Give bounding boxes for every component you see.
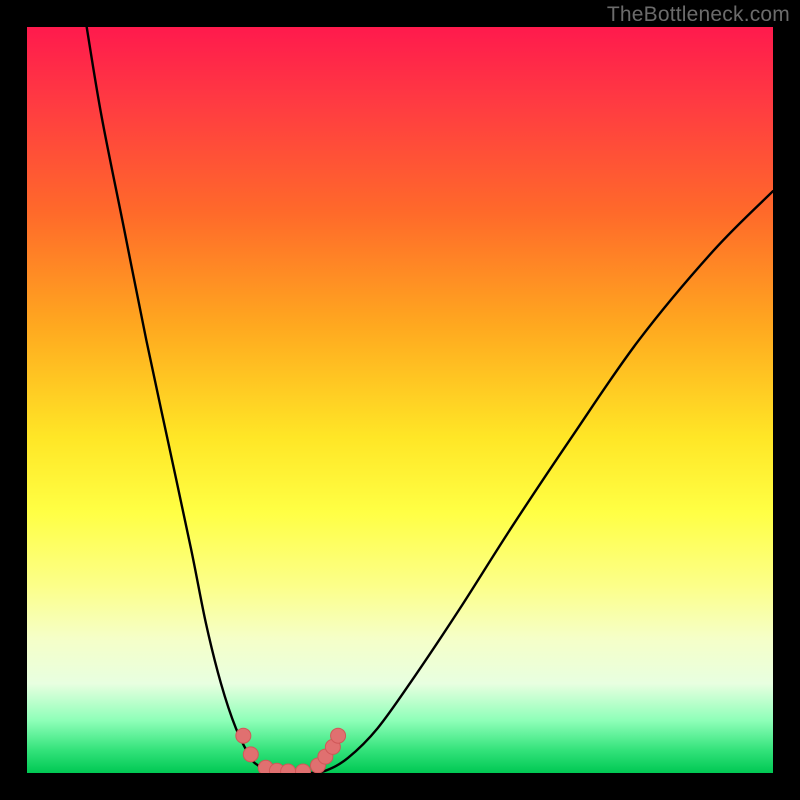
chart-stage: TheBottleneck.com bbox=[0, 0, 800, 800]
data-marker bbox=[331, 728, 346, 743]
curve-left-branch bbox=[87, 27, 274, 773]
watermark-text: TheBottleneck.com bbox=[607, 3, 790, 27]
curve-layer bbox=[27, 27, 773, 773]
data-marker bbox=[281, 764, 296, 773]
marker-group bbox=[236, 728, 346, 773]
data-marker bbox=[243, 747, 258, 762]
data-marker bbox=[236, 728, 251, 743]
data-marker bbox=[296, 764, 311, 773]
curve-right-branch bbox=[310, 191, 773, 773]
plot-area bbox=[27, 27, 773, 773]
